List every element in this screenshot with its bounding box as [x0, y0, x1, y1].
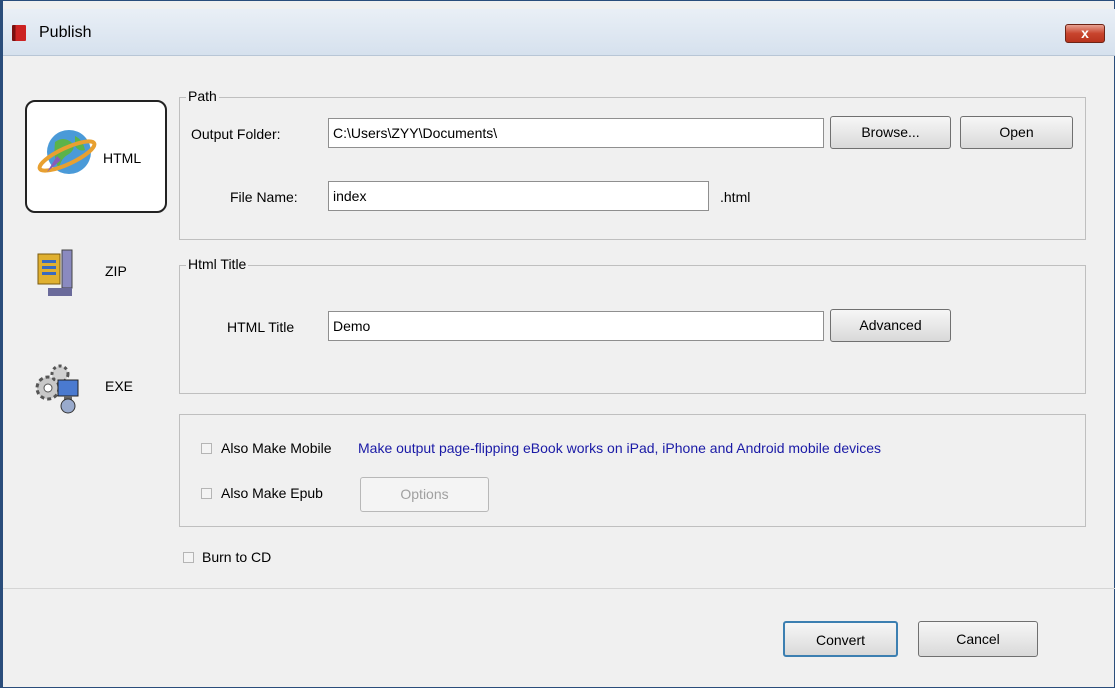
- also-make-epub-checkbox[interactable]: [201, 488, 212, 499]
- browse-button[interactable]: Browse...: [830, 116, 951, 149]
- window-title: Publish: [39, 24, 92, 41]
- options-group: [179, 414, 1086, 527]
- gears-computer-icon: [35, 364, 79, 414]
- path-legend: Path: [186, 88, 219, 104]
- mobile-description: Make output page-flipping eBook works on…: [358, 440, 881, 456]
- sidebar-item-label: HTML: [103, 150, 142, 166]
- sidebar-item-exe[interactable]: EXE: [25, 356, 167, 421]
- also-make-mobile-checkbox[interactable]: [201, 443, 212, 454]
- also-make-epub-label: Also Make Epub: [221, 485, 323, 501]
- cancel-button[interactable]: Cancel: [918, 621, 1038, 657]
- globe-icon: [37, 130, 97, 174]
- publish-dialog: Publish x HTML ZIP EXE Path Output Folde…: [0, 0, 1115, 688]
- html-title-label: HTML Title: [227, 319, 295, 335]
- also-make-mobile-label: Also Make Mobile: [221, 440, 332, 456]
- advanced-button[interactable]: Advanced: [830, 309, 951, 342]
- sidebar-item-label: EXE: [105, 378, 134, 394]
- burn-to-cd-label: Burn to CD: [202, 549, 272, 565]
- convert-button[interactable]: Convert: [783, 621, 898, 657]
- sidebar-item-html[interactable]: HTML: [25, 100, 167, 213]
- output-folder-input[interactable]: [328, 118, 824, 148]
- file-name-label: File Name:: [230, 189, 298, 205]
- options-button[interactable]: Options: [360, 477, 489, 512]
- file-extension-label: .html: [720, 189, 751, 205]
- html-title-input[interactable]: [328, 311, 824, 341]
- output-folder-label: Output Folder:: [191, 126, 281, 142]
- open-button[interactable]: Open: [960, 116, 1073, 149]
- footer-divider: [3, 588, 1115, 589]
- title-bar: Publish x: [3, 9, 1115, 56]
- book-icon: [12, 25, 26, 41]
- close-button[interactable]: x: [1065, 24, 1105, 43]
- zip-archive-icon: [37, 249, 73, 296]
- sidebar-item-zip[interactable]: ZIP: [25, 246, 167, 306]
- html-title-legend: Html Title: [186, 256, 249, 272]
- burn-to-cd-checkbox[interactable]: [183, 552, 194, 563]
- file-name-input[interactable]: [328, 181, 709, 211]
- sidebar-item-label: ZIP: [105, 263, 127, 279]
